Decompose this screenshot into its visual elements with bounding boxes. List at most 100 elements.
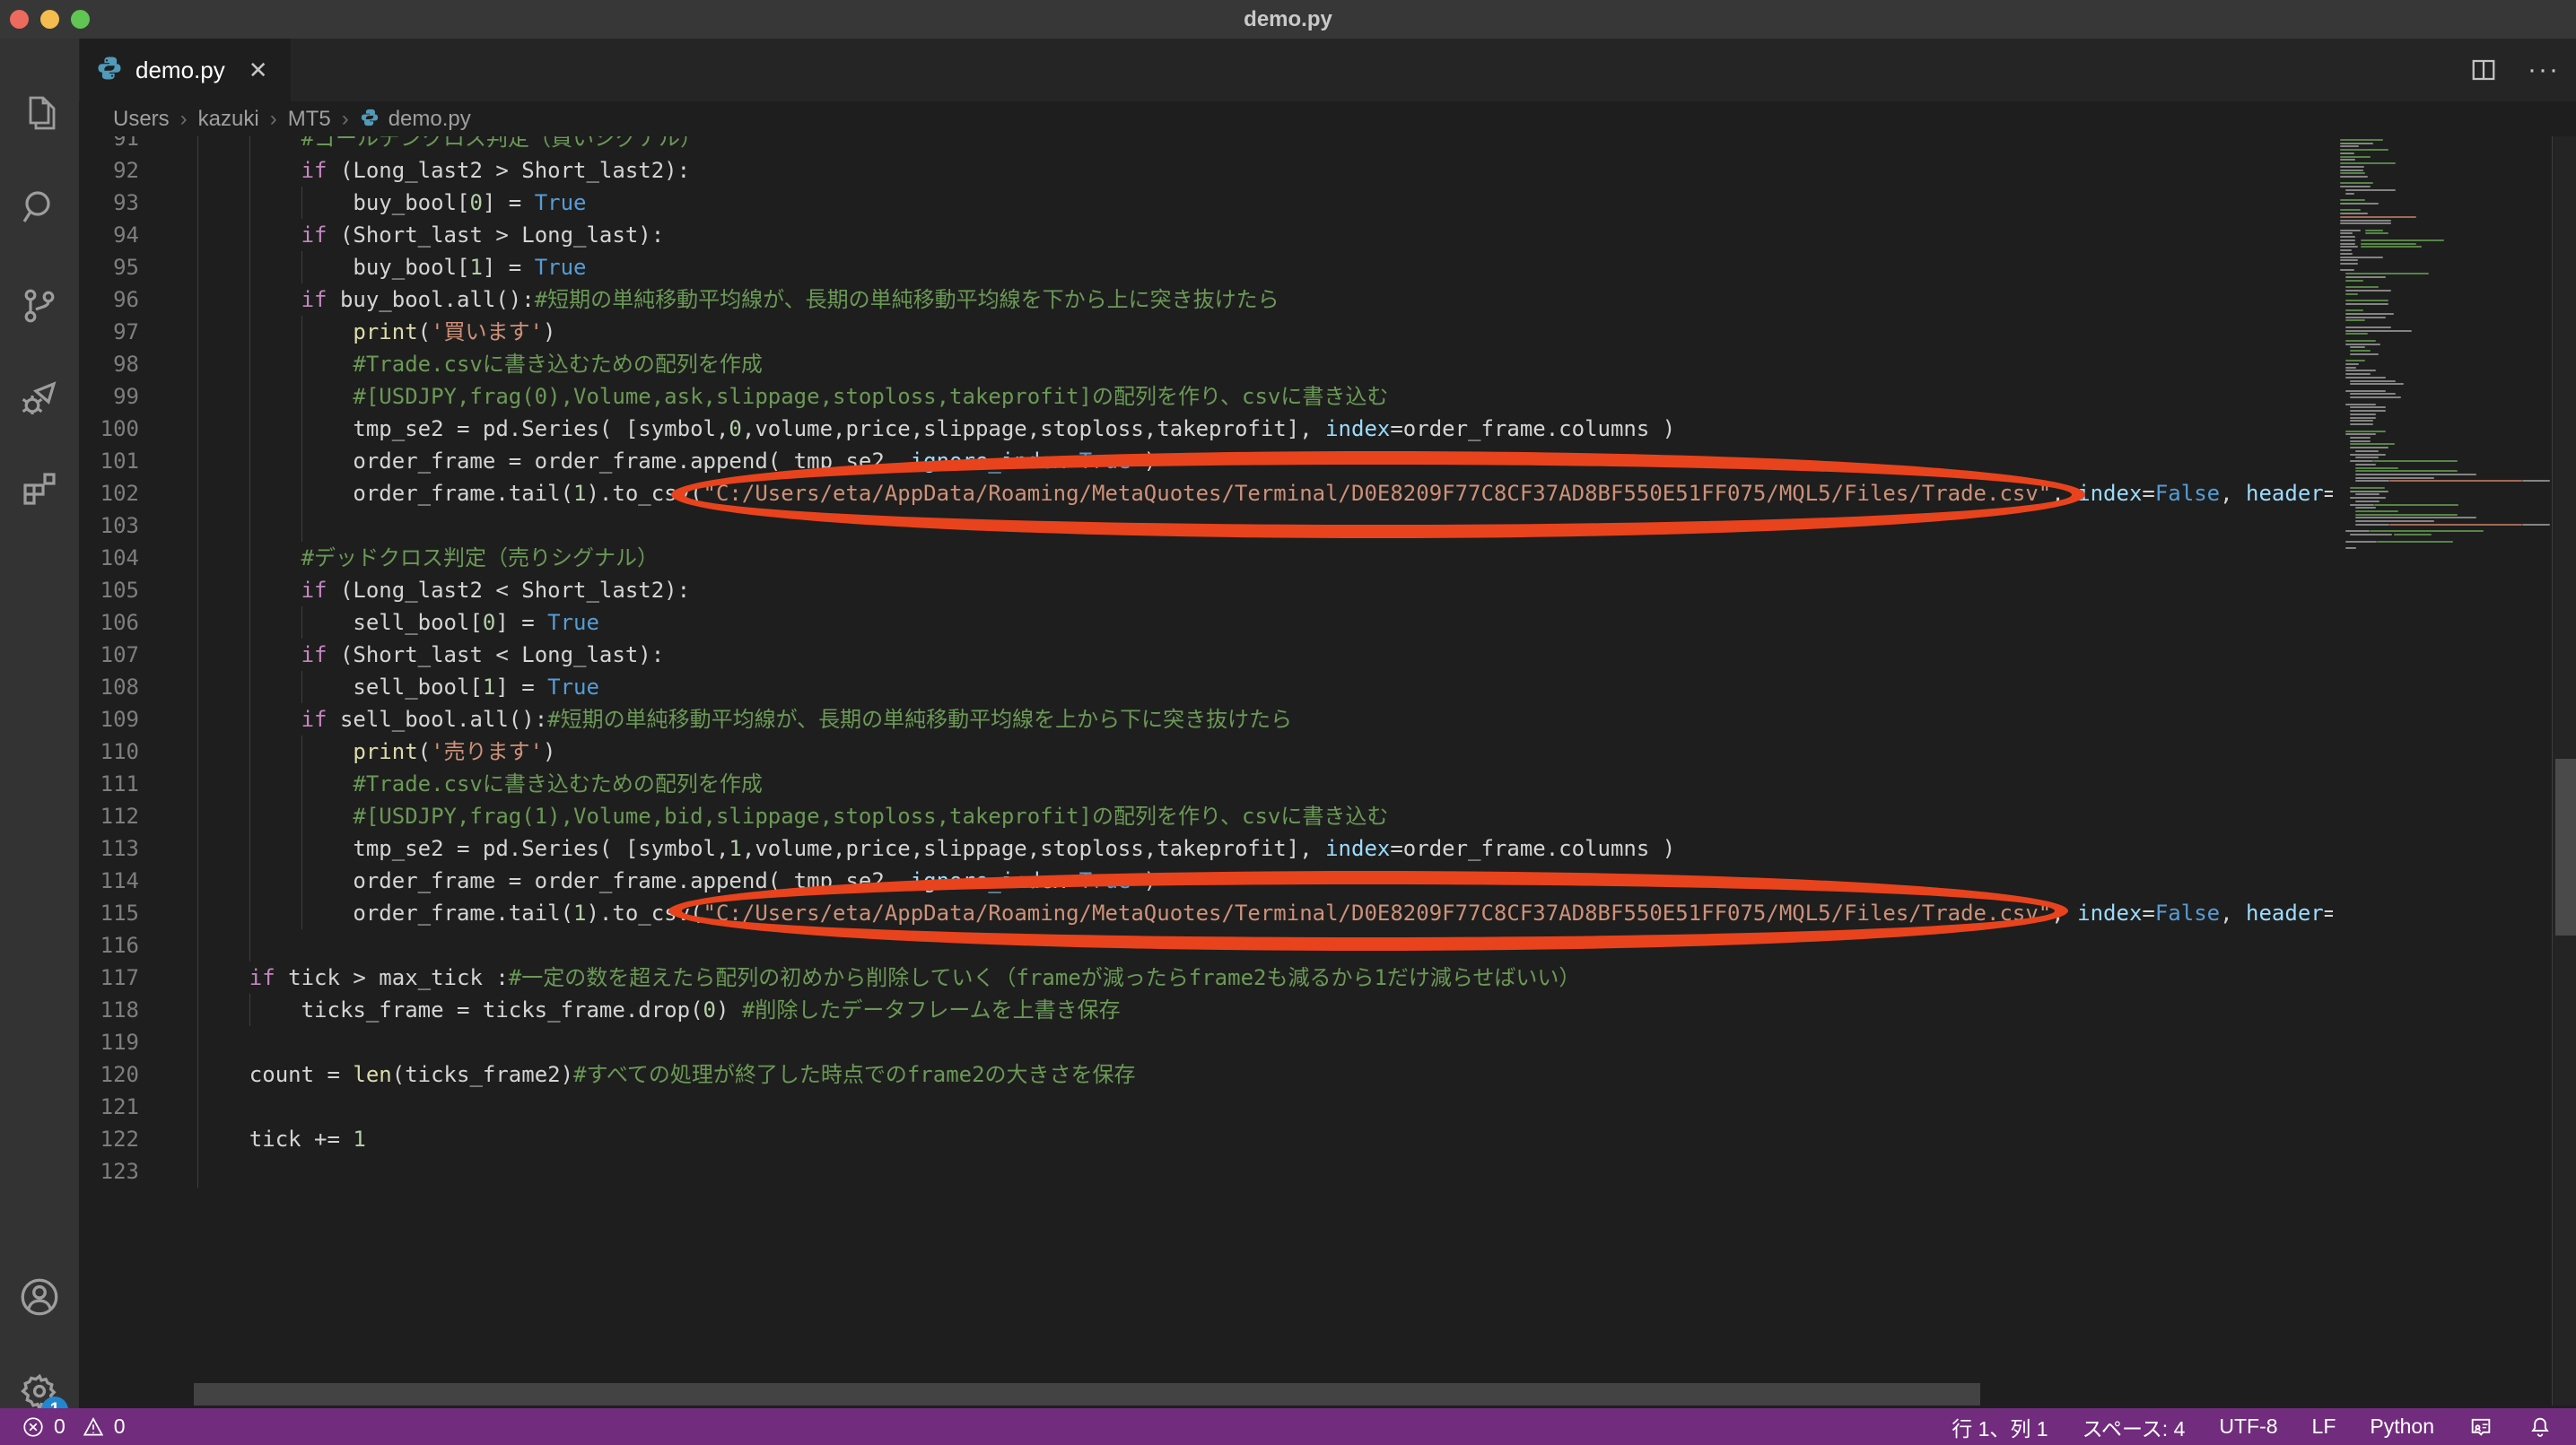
extensions-icon[interactable] (0, 449, 79, 528)
code-line-92[interactable]: 92 if (Long_last2 > Short_last2): (79, 154, 2333, 187)
minimap-line (2340, 159, 2355, 161)
account-icon[interactable] (0, 1258, 79, 1336)
code-text (197, 929, 301, 962)
line-number: 103 (79, 509, 139, 542)
code-line-111[interactable]: 111 #Trade.csvに書き込むための配列を作成 (79, 768, 2333, 800)
explorer-icon[interactable] (0, 74, 79, 153)
code-text: #ゴールデンクロス判定（買いシグナル） (197, 136, 702, 154)
code-line-100[interactable]: 100 tmp_se2 = pd.Series( [symbol,0,volum… (79, 413, 2333, 445)
notifications-bell-icon[interactable] (2528, 1408, 2553, 1445)
minimap-line (2340, 246, 2358, 248)
code-line-109[interactable]: 109 if sell_bool.all():#短期の単純移動平均線が、長期の単… (79, 703, 2333, 736)
code-line-112[interactable]: 112 #[USDJPY,frag(1),Volume,bid,slippage… (79, 800, 2333, 832)
status-language-mode[interactable]: Python (2370, 1408, 2434, 1445)
breadcrumb-separator: › (270, 107, 277, 132)
breadcrumb-separator: › (342, 107, 349, 132)
code-line-94[interactable]: 94 if (Short_last > Long_last): (79, 219, 2333, 251)
minimap-line (2377, 541, 2453, 543)
code-line-121[interactable]: 121 (79, 1091, 2333, 1123)
code-line-110[interactable]: 110 print('売ります') (79, 736, 2333, 768)
split-editor-icon[interactable] (2470, 57, 2497, 83)
minimap-line (2350, 406, 2386, 408)
line-number: 120 (79, 1058, 139, 1091)
code-line-119[interactable]: 119 (79, 1026, 2333, 1058)
title-bar: demo.py (0, 0, 2576, 39)
source-control-icon[interactable] (0, 266, 79, 345)
status-encoding[interactable]: UTF-8 (2219, 1408, 2277, 1445)
code-line-93[interactable]: 93 buy_bool[0] = True (79, 187, 2333, 219)
code-line-95[interactable]: 95 buy_bool[1] = True (79, 251, 2333, 283)
code-line-101[interactable]: 101 order_frame = order_frame.append( tm… (79, 445, 2333, 477)
minimap-line (2340, 253, 2353, 255)
minimap-line (2350, 413, 2375, 415)
code-line-91[interactable]: 91 #ゴールデンクロス判定（買いシグナル） (79, 136, 2333, 154)
code-line-117[interactable]: 117 if tick > max_tick :#一定の数を超えたら配列の初めか… (79, 962, 2333, 994)
breadcrumb-item-users[interactable]: Users (113, 107, 170, 132)
minimap-line (2340, 145, 2359, 147)
search-icon[interactable] (0, 168, 79, 247)
minimap-line (2374, 504, 2458, 506)
code-line-103[interactable]: 103 (79, 509, 2333, 542)
minimap-line (2345, 390, 2386, 392)
breadcrumb-item-kazuki[interactable]: kazuki (198, 107, 259, 132)
code-line-116[interactable]: 116 (79, 929, 2333, 962)
minimap-line (2340, 222, 2391, 224)
code-text: buy_bool[0] = True (197, 187, 586, 219)
code-line-113[interactable]: 113 tmp_se2 = pd.Series( [symbol,1,volum… (79, 832, 2333, 865)
line-number: 121 (79, 1091, 139, 1123)
code-text: order_frame.tail(1).to_csv("C:/Users/eta… (197, 897, 2333, 929)
minimap-line (2370, 530, 2484, 532)
run-debug-icon[interactable] (0, 361, 79, 440)
code-text: if (Short_last < Long_last): (197, 639, 664, 671)
minimap-line (2345, 313, 2394, 315)
minimap-line (2345, 193, 2354, 195)
vertical-scrollbar[interactable] (2552, 136, 2576, 1406)
code-line-96[interactable]: 96 if buy_bool.all():#短期の単純移動平均線が、長期の単純移… (79, 283, 2333, 316)
vertical-scrollbar-thumb[interactable] (2555, 759, 2576, 936)
minimap-line (2355, 464, 2376, 466)
minimap[interactable] (2333, 136, 2552, 1406)
status-eol[interactable]: LF (2312, 1408, 2336, 1445)
code-line-120[interactable]: 120 count = len(ticks_frame2)#すべての処理が終了し… (79, 1058, 2333, 1091)
code-line-97[interactable]: 97 print('買います') (79, 316, 2333, 348)
line-number: 91 (79, 136, 139, 154)
code-line-123[interactable]: 123 (79, 1155, 2333, 1188)
status-indentation[interactable]: スペース: 4 (2083, 1408, 2186, 1445)
code-line-122[interactable]: 122 tick += 1 (79, 1123, 2333, 1155)
minimap-line (2340, 239, 2355, 241)
code-text: if (Long_last2 < Short_last2): (197, 574, 690, 606)
code-line-115[interactable]: 115 order_frame.tail(1).to_csv("C:/Users… (79, 897, 2333, 929)
feedback-icon[interactable] (2468, 1408, 2493, 1445)
code-line-104[interactable]: 104 #デッドクロス判定（売りシグナル） (79, 542, 2333, 574)
more-actions-icon[interactable]: ··· (2528, 55, 2560, 85)
line-number: 111 (79, 768, 139, 800)
minimap-line (2345, 276, 2386, 278)
minimap-line (2350, 487, 2384, 489)
line-number: 98 (79, 348, 139, 380)
code-line-102[interactable]: 102 order_frame.tail(1).to_csv("C:/Users… (79, 477, 2333, 509)
horizontal-scrollbar-thumb[interactable] (194, 1383, 1980, 1406)
code-editor[interactable]: 91 #ゴールデンクロス判定（買いシグナル）92 if (Long_last2 … (79, 136, 2333, 1406)
code-line-114[interactable]: 114 order_frame = order_frame.append( tm… (79, 865, 2333, 897)
breadcrumb-item-demo-py[interactable]: demo.py (389, 107, 471, 132)
code-text: count = len(ticks_frame2)#すべての処理が終了した時点で… (197, 1058, 1136, 1091)
code-line-105[interactable]: 105 if (Long_last2 < Short_last2): (79, 574, 2333, 606)
status-cursor-position[interactable]: 行 1、列 1 (1952, 1408, 2048, 1445)
tab-close-icon[interactable]: ✕ (249, 57, 268, 84)
line-number: 104 (79, 542, 139, 574)
line-number: 99 (79, 380, 139, 413)
code-line-118[interactable]: 118 ticks_frame = ticks_frame.drop(0) #削… (79, 994, 2333, 1026)
code-line-98[interactable]: 98 #Trade.csvに書き込むための配列を作成 (79, 348, 2333, 380)
problems-indicator[interactable]: 0 0 (22, 1408, 126, 1445)
minimap-line (2340, 220, 2391, 222)
breadcrumb-item-mt5[interactable]: MT5 (288, 107, 331, 132)
code-line-108[interactable]: 108 sell_bool[1] = True (79, 671, 2333, 703)
minimap-line (2340, 156, 2371, 158)
code-line-99[interactable]: 99 #[USDJPY,frag(0),Volume,ask,slippage,… (79, 380, 2333, 413)
line-number: 92 (79, 154, 139, 187)
code-line-106[interactable]: 106 sell_bool[0] = True (79, 606, 2333, 639)
tab-demo-py[interactable]: demo.py ✕ (80, 39, 291, 101)
minimap-line (2355, 467, 2398, 469)
code-line-107[interactable]: 107 if (Short_last < Long_last): (79, 639, 2333, 671)
minimap-line (2522, 524, 2550, 526)
